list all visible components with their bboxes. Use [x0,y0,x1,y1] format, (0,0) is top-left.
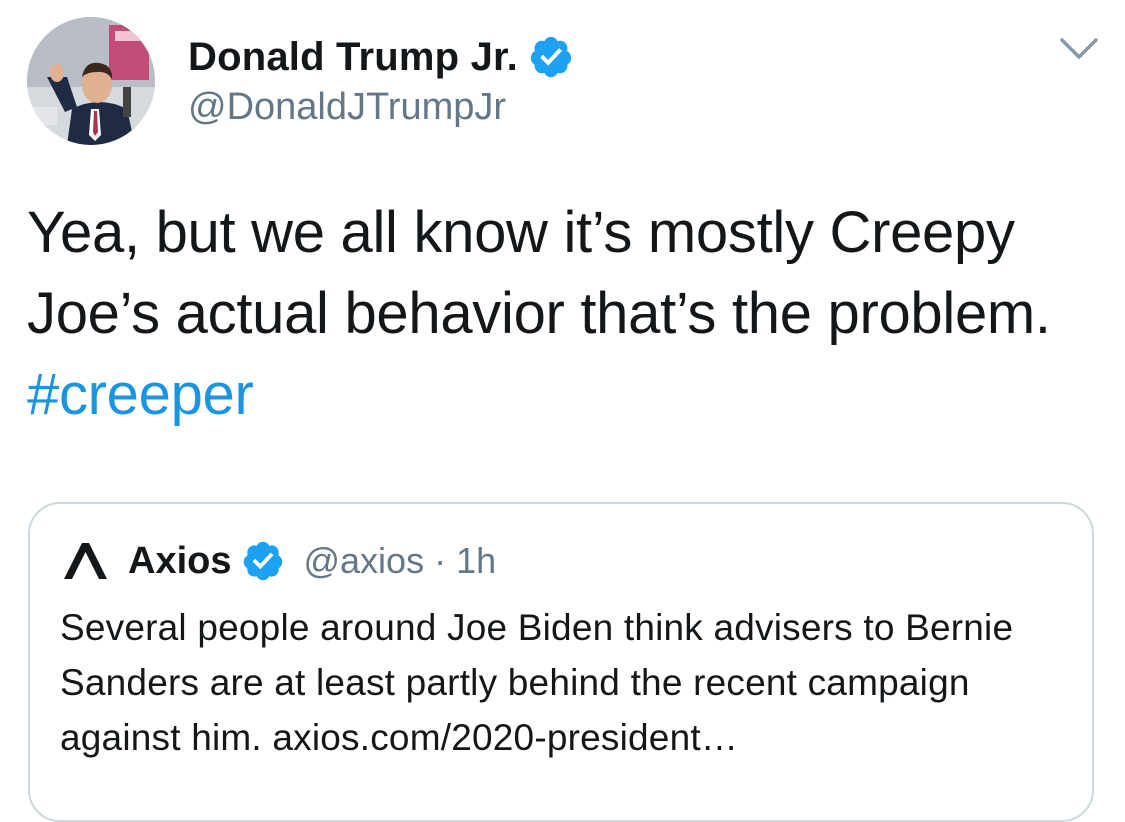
tweet[interactable]: Donald Trump Jr. @DonaldJTrumpJr Yea, bu… [0,0,1125,822]
hashtag-link[interactable]: #creeper [27,362,254,427]
quote-timestamp[interactable]: 1h [456,540,496,582]
author-name[interactable]: Donald Trump Jr. [188,35,518,80]
separator-dot: · [434,540,447,581]
quoted-tweet-card[interactable]: Axios @axios · 1h Several people around … [28,502,1094,822]
quote-header: Axios @axios · 1h [62,536,496,586]
avatar-photo [27,17,155,145]
tweet-body-text: Yea, but we all know it’s mostly Creepy … [27,200,1051,346]
avatar[interactable] [27,17,155,145]
axios-logo-icon[interactable] [62,541,108,581]
quote-author-name[interactable]: Axios [128,540,231,583]
chevron-down-icon[interactable] [1058,34,1100,64]
quote-text: Several people around Joe Biden think ad… [60,607,1014,758]
author-handle[interactable]: @DonaldJTrumpJr [188,86,506,129]
tweet-text: Yea, but we all know it’s mostly Creepy … [27,192,1097,435]
verified-badge-icon [241,539,285,583]
verified-badge-icon [528,34,574,80]
quote-author-handle[interactable]: @axios [303,540,424,582]
author-name-row[interactable]: Donald Trump Jr. [188,32,574,82]
